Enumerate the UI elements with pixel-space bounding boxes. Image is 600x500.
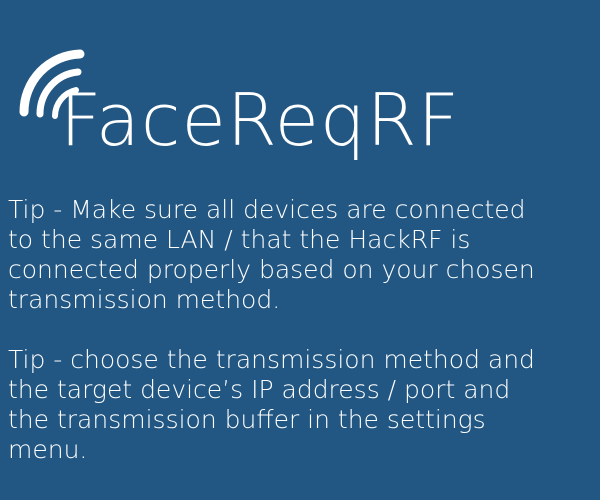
tips-container: Tip - Make sure all devices are connecte… (8, 195, 594, 495)
tip-line: transmission method. (8, 285, 281, 314)
tip-settings: Tip - choose the transmission method and… (8, 345, 594, 465)
tip-line: to the same LAN / that the HackRF is (8, 225, 471, 254)
tip-line: menu. (8, 435, 88, 464)
tip-line: the transmission buffer in the settings (8, 405, 486, 434)
tip-line: Tip - Make sure all devices are connecte… (8, 195, 526, 224)
tip-connection: Tip - Make sure all devices are connecte… (8, 195, 594, 315)
app-title: FaceReqRF (60, 78, 461, 162)
splash-screen: FaceReqRF Tip - Make sure all devices ar… (0, 0, 600, 500)
tip-line: Tip - choose the transmission method and (8, 345, 535, 374)
tip-line: the target device’s IP address / port an… (8, 375, 511, 404)
tip-line: connected properly based on your chosen (8, 255, 535, 284)
